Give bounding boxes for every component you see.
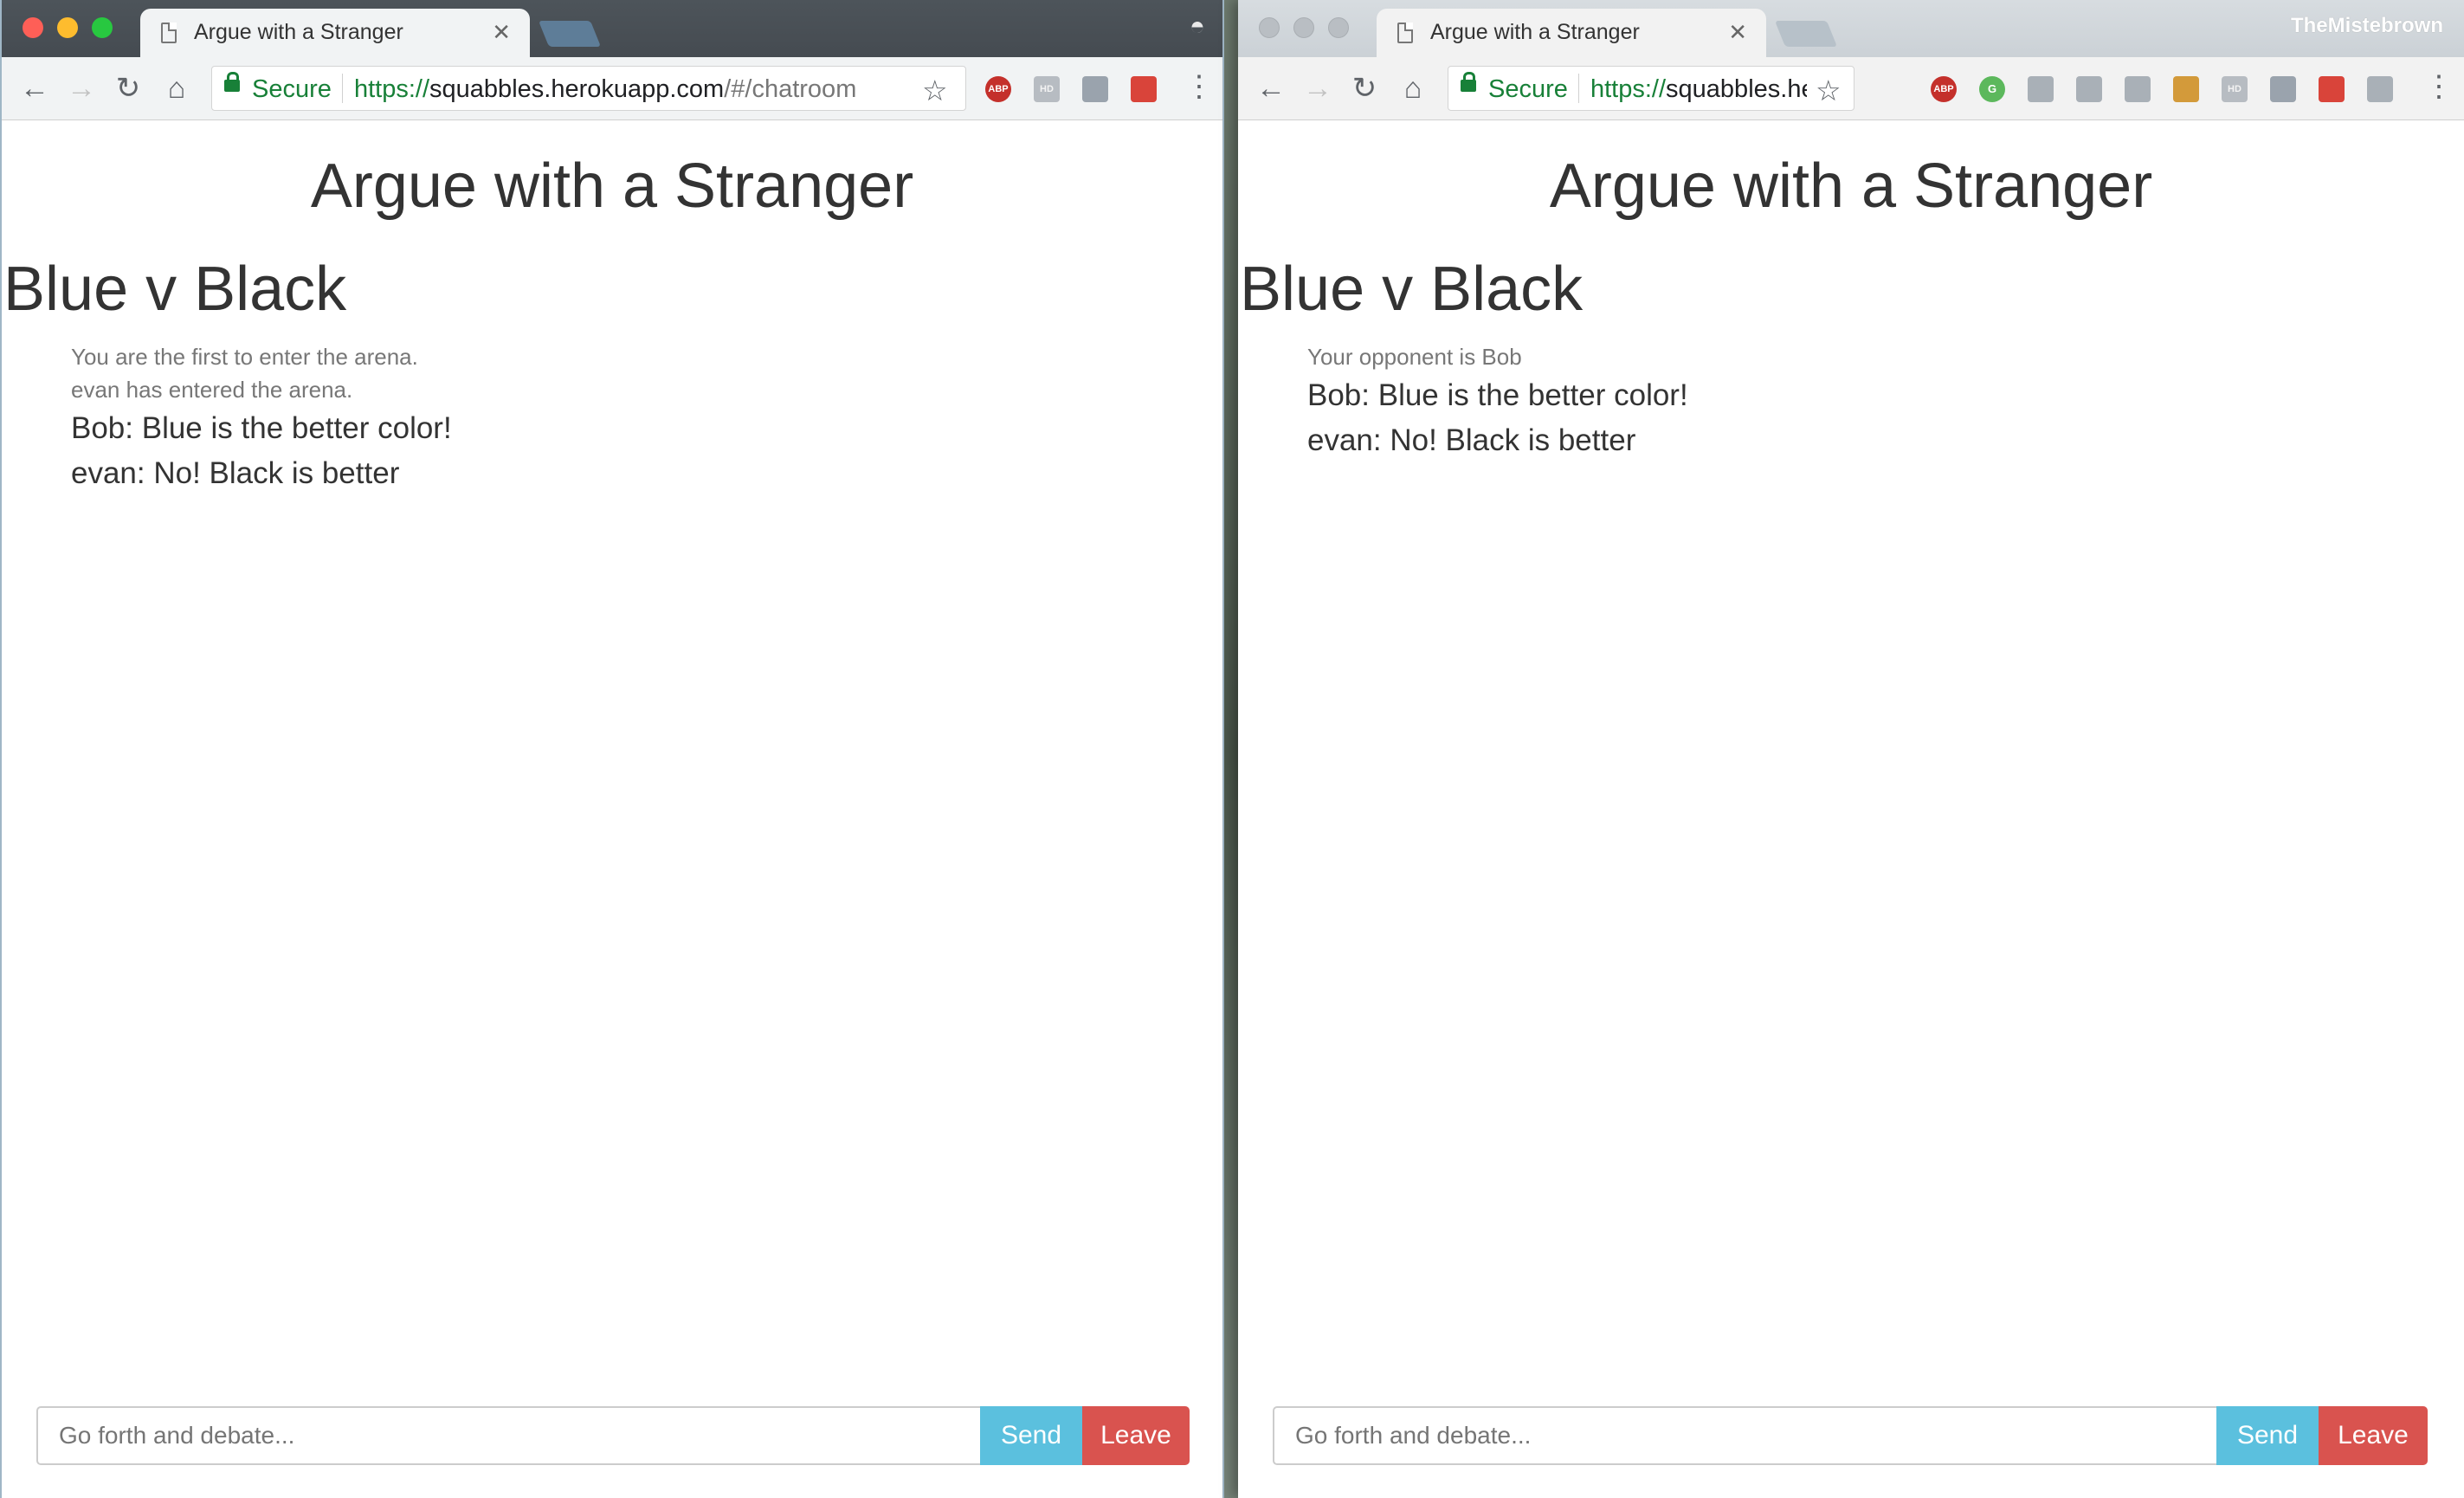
minimize-window-button[interactable] <box>1293 17 1314 38</box>
send-button[interactable]: Send <box>980 1406 1082 1465</box>
reload-icon[interactable]: ↻ <box>1345 69 1384 107</box>
system-message: evan has entered the arena. <box>71 377 353 403</box>
window-controls <box>1259 17 1349 38</box>
chat-message: Bob: Blue is the better color! <box>1307 378 1688 412</box>
chat-message: evan: No! Black is better <box>71 456 400 490</box>
url-host: squabbles.her... <box>1666 75 1807 103</box>
leave-button[interactable]: Leave <box>2319 1406 2428 1465</box>
url-text: https://squabbles.herokuapp.com/#/chatro… <box>354 75 891 104</box>
chat-message: Bob: Blue is the better color! <box>71 411 452 445</box>
system-message: Your opponent is Bob <box>1307 344 1522 370</box>
hd-extension-icon[interactable]: HD <box>1034 76 1060 102</box>
minimize-window-button[interactable] <box>57 17 78 38</box>
adblock-extension-icon[interactable]: ABP <box>985 76 1011 102</box>
site-title: Argue with a Stranger <box>1549 152 2153 221</box>
leave-button[interactable]: Leave <box>1082 1406 1190 1465</box>
url-host: squabbles.herokuapp.com <box>429 75 725 103</box>
title-bar: Argue with a Stranger ✕ ◓ <box>2 0 1222 57</box>
home-icon[interactable]: ⌂ <box>1394 69 1432 107</box>
page-icon <box>1397 23 1413 43</box>
window-controls <box>23 17 113 38</box>
back-icon[interactable]: ← <box>16 69 54 107</box>
maximize-window-button[interactable] <box>92 17 113 38</box>
send-button[interactable]: Send <box>2216 1406 2319 1465</box>
tab-close-icon[interactable]: ✕ <box>1728 19 1747 46</box>
title-bar: Argue with a Stranger ✕ TheMistebrown <box>1238 0 2464 57</box>
browser-tab[interactable]: Argue with a Stranger ✕ <box>140 9 530 57</box>
browser-toolbar: ← → ↻ ⌂ Secure https://squabbles.her... … <box>1238 57 2464 120</box>
desktop-background <box>1224 0 1238 1498</box>
forward-icon[interactable]: → <box>62 69 100 107</box>
page-icon <box>161 23 177 43</box>
profile-name[interactable]: TheMistebrown <box>2291 14 2443 38</box>
secure-label: Secure <box>1488 75 1568 103</box>
chat-extension-icon[interactable] <box>2270 76 2296 102</box>
chat-input-bar: Send Leave <box>1273 1406 2428 1465</box>
url-text: https://squabbles.her... <box>1590 75 1807 104</box>
address-divider <box>1578 74 1579 103</box>
close-window-button[interactable] <box>1259 17 1280 38</box>
chat-message: evan: No! Black is better <box>1307 423 1636 457</box>
new-tab-button[interactable] <box>1774 21 1838 47</box>
browser-window-right: Argue with a Stranger ✕ TheMistebrown ← … <box>1238 0 2464 1498</box>
bookmark-star-icon[interactable]: ☆ <box>922 74 948 107</box>
extension-icon[interactable] <box>2367 76 2393 102</box>
secure-label: Secure <box>252 75 332 103</box>
chat-input-bar: Send Leave <box>36 1406 1190 1465</box>
url-path: /#/chatroom <box>724 75 857 103</box>
close-window-button[interactable] <box>23 17 43 38</box>
browser-toolbar: ← → ↻ ⌂ Secure https://squabbles.herokua… <box>2 57 1222 120</box>
calendar-extension-icon[interactable] <box>1131 76 1157 102</box>
address-bar[interactable]: Secure https://squabbles.her... ☆ <box>1448 66 1854 111</box>
back-icon[interactable]: ← <box>1252 69 1290 107</box>
extension-icon[interactable] <box>2173 76 2199 102</box>
tab-title: Argue with a Stranger <box>1430 20 1640 44</box>
chat-extension-icon[interactable] <box>1082 76 1108 102</box>
system-message: You are the first to enter the arena. <box>71 344 418 370</box>
menu-icon[interactable]: ⋮ <box>1184 69 1214 104</box>
url-scheme: https:// <box>354 75 430 103</box>
chat-input[interactable] <box>1273 1406 2216 1465</box>
adblock-extension-icon[interactable]: ABP <box>1931 76 1957 102</box>
lock-icon <box>1461 72 1476 92</box>
home-icon[interactable]: ⌂ <box>158 69 196 107</box>
maximize-window-button[interactable] <box>1328 17 1349 38</box>
calendar-extension-icon[interactable] <box>2319 76 2345 102</box>
message-list: Your opponent is Bob Bob: Blue is the be… <box>1307 340 1688 463</box>
reload-icon[interactable]: ↻ <box>109 69 147 107</box>
url-scheme: https:// <box>1590 75 1667 103</box>
browser-tab[interactable]: Argue with a Stranger ✕ <box>1377 9 1766 57</box>
tab-title: Argue with a Stranger <box>194 20 403 44</box>
new-tab-button[interactable] <box>538 21 602 47</box>
room-title: Blue v Black <box>3 255 347 324</box>
incognito-icon: ◓ <box>1189 12 1205 41</box>
page-content: Argue with a Stranger Blue v Black You a… <box>2 119 1222 1498</box>
chat-input[interactable] <box>36 1406 980 1465</box>
address-bar[interactable]: Secure https://squabbles.herokuapp.com/#… <box>211 66 966 111</box>
extension-icon[interactable] <box>2076 76 2102 102</box>
grammarly-extension-icon[interactable]: G <box>1979 76 2005 102</box>
extension-icon[interactable] <box>2125 76 2151 102</box>
forward-icon[interactable]: → <box>1299 69 1337 107</box>
browser-window-left: Argue with a Stranger ✕ ◓ ← → ↻ ⌂ Secure… <box>0 0 1224 1498</box>
page-content: Argue with a Stranger Blue v Black Your … <box>1238 119 2464 1498</box>
bookmark-star-icon[interactable]: ☆ <box>1816 74 1842 107</box>
site-title: Argue with a Stranger <box>310 152 914 221</box>
address-divider <box>342 74 343 103</box>
room-title: Blue v Black <box>1240 255 1584 324</box>
tab-close-icon[interactable]: ✕ <box>492 19 511 46</box>
menu-icon[interactable]: ⋮ <box>2424 69 2454 104</box>
lock-icon <box>224 72 240 92</box>
hd-extension-icon[interactable]: HD <box>2222 76 2248 102</box>
extension-icon[interactable] <box>2028 76 2054 102</box>
message-list: You are the first to enter the arena. ev… <box>71 340 452 496</box>
